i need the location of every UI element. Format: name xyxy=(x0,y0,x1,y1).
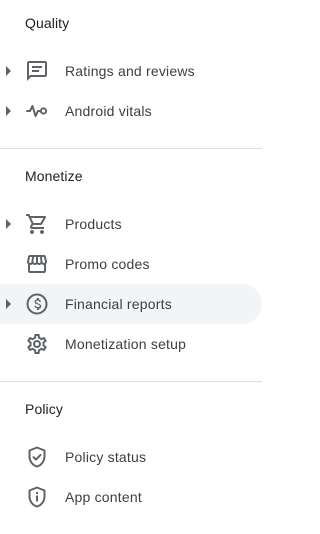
section-divider xyxy=(0,381,262,382)
nav-item-monetization-setup[interactable]: Monetization setup xyxy=(0,324,262,364)
shield-check-icon xyxy=(25,445,49,469)
cart-icon xyxy=(25,212,49,236)
nav-item-label: Monetization setup xyxy=(65,336,187,352)
expand-caret-icon[interactable] xyxy=(6,106,11,116)
nav-item-financial-reports[interactable]: Financial reports xyxy=(0,284,262,324)
nav-item-products[interactable]: Products xyxy=(0,204,262,244)
nav-item-label: Ratings and reviews xyxy=(65,63,195,79)
ratings-icon xyxy=(25,59,49,83)
section-header-policy: Policy xyxy=(25,401,63,417)
nav-item-policy-status[interactable]: Policy status xyxy=(0,437,262,477)
expand-caret-icon[interactable] xyxy=(6,219,11,229)
nav-item-ratings-and-reviews[interactable]: Ratings and reviews xyxy=(0,51,262,91)
dollar-icon xyxy=(25,292,49,316)
nav-item-label: Financial reports xyxy=(65,296,172,312)
vitals-icon xyxy=(25,99,49,123)
section-header-monetize: Monetize xyxy=(25,168,83,184)
expand-caret-icon[interactable] xyxy=(6,299,11,309)
store-icon xyxy=(25,252,49,276)
shield-info-icon xyxy=(25,485,49,509)
nav-item-promo-codes[interactable]: Promo codes xyxy=(0,244,262,284)
nav-item-android-vitals[interactable]: Android vitals xyxy=(0,91,262,131)
section-header-quality: Quality xyxy=(25,15,70,31)
nav-item-label: App content xyxy=(65,489,142,505)
expand-caret-icon[interactable] xyxy=(6,66,11,76)
nav-item-app-content[interactable]: App content xyxy=(0,477,262,517)
gear-icon xyxy=(25,332,49,356)
nav-item-label: Policy status xyxy=(65,449,147,465)
nav-item-label: Promo codes xyxy=(65,256,150,272)
nav-item-label: Products xyxy=(65,216,122,232)
section-divider xyxy=(0,148,262,149)
nav-item-label: Android vitals xyxy=(65,103,152,119)
